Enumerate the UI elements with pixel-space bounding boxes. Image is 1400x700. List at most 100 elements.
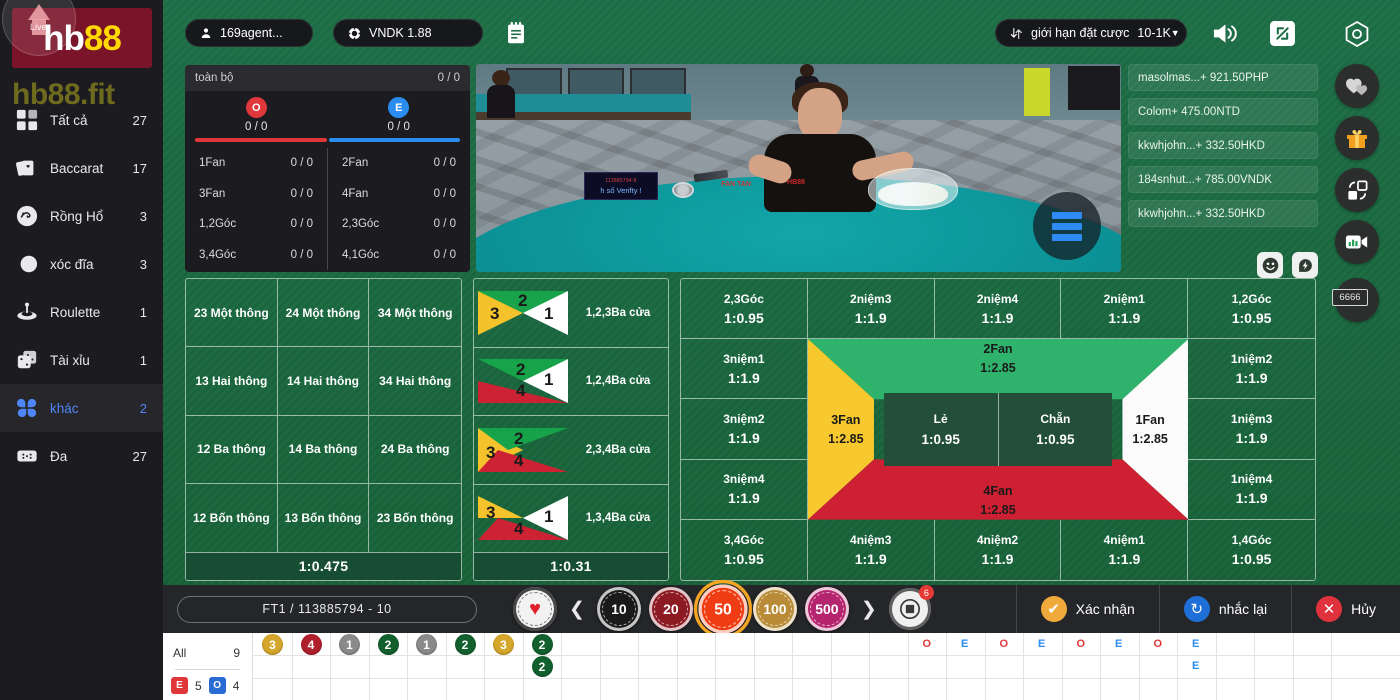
table-id-badge: 6666 xyxy=(1332,289,1368,306)
bet-cell[interactable]: 1,4Góc 1:0.95 xyxy=(1188,520,1315,580)
video-dark-panel xyxy=(1068,66,1120,110)
chip-50[interactable]: 50 xyxy=(693,579,753,639)
sidebar-item-xóc-đĩa[interactable]: xóc đĩa 3 xyxy=(0,240,163,288)
winner-feed-item: kkwhjohn...+ 332.50HKD xyxy=(1128,200,1318,227)
gift-icon[interactable] xyxy=(1335,116,1379,160)
verify-board: 113885794-9 h số Verifty ! xyxy=(584,172,658,200)
fullscreen-icon[interactable] xyxy=(1267,18,1297,48)
bet-cell[interactable]: 2,3Góc 1:0.95 xyxy=(681,279,808,340)
cards-icon xyxy=(14,155,40,181)
bet-bacua-row[interactable]: 3 2 4 2,3,4Ba cửa xyxy=(474,416,668,485)
bet-cell[interactable]: 2niệm1 1:1.9 xyxy=(1061,279,1189,340)
bet-cell[interactable]: 3,4Góc 1:0.95 xyxy=(681,519,808,580)
bet-thong-cell[interactable]: 34 Hai thông xyxy=(369,347,461,416)
stats-title: toàn bộ xyxy=(195,72,234,84)
bet-le[interactable]: Lẻ 1:0.95 xyxy=(883,393,999,466)
heart-chip-icon[interactable]: ♥ xyxy=(513,587,557,631)
bet-thong-cell[interactable]: 23 Bốn thông xyxy=(369,484,461,552)
bet-thong-cell[interactable]: 13 Bốn thông xyxy=(278,483,370,552)
sidebar-item-roulette[interactable]: Roulette 1 xyxy=(0,288,163,336)
odd-badge: O xyxy=(245,97,267,118)
chip-100[interactable]: 100 xyxy=(752,587,797,631)
chip-10[interactable]: 10 xyxy=(596,587,641,631)
bet-4fan[interactable]: 4Fan 1:2.85 xyxy=(884,481,1112,520)
bet-cell[interactable]: 2niệm4 1:1.9 xyxy=(934,279,1062,340)
chip-500[interactable]: 500 xyxy=(804,587,849,631)
brand-logo[interactable]: hb88 Live xyxy=(0,0,163,78)
repeat-button[interactable]: ↻ nhắc lại xyxy=(1158,585,1291,633)
hearts-icon[interactable] xyxy=(1335,64,1379,108)
bet-cell[interactable]: 4niệm1 1:1.9 xyxy=(1061,519,1189,580)
bet-cell[interactable]: 3niệm4 1:1.9 xyxy=(681,459,808,520)
currency-pill[interactable]: VNDK 1.88 xyxy=(333,19,483,47)
more-chips-icon[interactable]: 6 xyxy=(888,585,934,630)
user-pill[interactable]: 169agent... xyxy=(185,19,313,47)
user-icon xyxy=(200,27,212,39)
sidebar-nav: Tất cả 27 Baccarat 17 Rồng Hổ 3 xóc đĩa 3 Roulet… xyxy=(0,96,163,480)
bet-2fan[interactable]: 2Fan 1:2.85 xyxy=(884,339,1112,378)
bet-thong-cell[interactable]: 23 Một thông xyxy=(186,279,278,348)
bet-cell[interactable]: 1niệm2 1:1.9 xyxy=(1188,339,1315,400)
chip-20[interactable]: 20 xyxy=(648,587,693,631)
bet-cell[interactable]: 4niệm3 1:1.9 xyxy=(808,519,935,580)
winner-feed-item: masolmas...+ 921.50PHP xyxy=(1128,64,1318,91)
bet-1fan[interactable]: 1Fan 1:2.85 xyxy=(1112,393,1188,465)
sidebar-item-count: 27 xyxy=(132,112,147,128)
winner-feed-list: masolmas...+ 921.50PHP Colom+ 475.00NTD kk… xyxy=(1128,64,1318,227)
bet-cell[interactable]: 2niệm3 1:1.9 xyxy=(807,279,935,340)
roulette-icon xyxy=(14,299,40,325)
sidebar-item-khác[interactable]: khác 2 xyxy=(0,384,163,432)
bet-thong-cell[interactable]: 24 Ba thông xyxy=(369,416,461,484)
bet-cell[interactable]: 3niệm2 1:1.9 xyxy=(681,399,808,460)
bolt-icon[interactable] xyxy=(1292,252,1318,278)
settings-hex-icon[interactable] xyxy=(1335,12,1379,56)
bacua-column: 3 2 1 1,2,3Ba cửa 2 4 1 1,2,4Ba cửa 3 2 4 2,3,4Ba c… xyxy=(473,278,669,581)
video-stats-icon[interactable] xyxy=(1335,220,1379,264)
live-video-feed[interactable]: FAN TAN HB88 113885794-9 h số Verifty ! xyxy=(476,64,1121,272)
bet-thong-cell[interactable]: 24 Một thông xyxy=(277,279,370,348)
sidebar-item-tài-xỉu[interactable]: Tài xỉu 1 xyxy=(0,336,163,384)
bet-thong-cell[interactable]: 14 Ba thông xyxy=(277,415,370,484)
bet-chan[interactable]: Chẵn 1:0.95 xyxy=(998,393,1113,466)
bet-thong-cell[interactable]: 12 Ba thông xyxy=(186,415,278,484)
bet-3fan[interactable]: 3Fan 1:2.85 xyxy=(808,393,884,465)
chevron-right-icon[interactable]: ❯ xyxy=(857,598,881,621)
bet-3fan-odds: 1:2.85 xyxy=(828,431,864,446)
sidebar-item-baccarat[interactable]: Baccarat 17 xyxy=(0,144,163,192)
bet-thong-cell[interactable]: 12 Bốn thông xyxy=(186,483,278,552)
sidebar-item-label: khác xyxy=(50,400,79,416)
odd-bar xyxy=(195,138,327,142)
bet-chan-odds: 1:0.95 xyxy=(1036,431,1075,447)
stack-menu-icon[interactable] xyxy=(1033,192,1101,260)
roadmap-gridline xyxy=(1023,633,1024,700)
confirm-button[interactable]: ✔ Xác nhận xyxy=(1015,585,1159,633)
cancel-button[interactable]: ✕ Hủy xyxy=(1291,585,1400,633)
roadmap-bead-grid[interactable]: 341212322OEOEOEOEE xyxy=(253,633,1400,700)
notes-icon[interactable] xyxy=(503,20,529,46)
roadmap-oe-mark: E xyxy=(961,638,969,650)
bet-cell[interactable]: 1,2Góc 1:0.95 xyxy=(1188,279,1315,340)
share-icon[interactable] xyxy=(1335,168,1379,212)
bet-thong-cell[interactable]: 14 Hai thông xyxy=(277,347,370,416)
bet-bacua-row[interactable]: 2 4 1 1,2,4Ba cửa xyxy=(474,348,668,416)
bet-cell-label: 1niệm3 xyxy=(1230,411,1273,426)
bet-cell[interactable]: 1niệm3 1:1.9 xyxy=(1188,399,1315,460)
round-info[interactable]: FT1 / 113885794 - 10 xyxy=(177,595,477,623)
bet-bacua-row[interactable]: 3 4 1 1,3,4Ba cửa xyxy=(474,485,668,553)
bet-thong-cell[interactable]: 13 Hai thông xyxy=(186,347,278,416)
sidebar-item-đa[interactable]: Đa 27 xyxy=(0,432,163,480)
sidebar-item-rồng-hổ[interactable]: Rồng Hổ 3 xyxy=(0,192,163,240)
bet-thong-cell[interactable]: 34 Một thông xyxy=(369,279,461,348)
smiley-icon[interactable] xyxy=(1257,252,1283,278)
bet-bacua-row[interactable]: 3 2 1 1,2,3Ba cửa xyxy=(474,279,668,348)
speaker-icon[interactable] xyxy=(1209,18,1239,48)
stats-row: 2Fan 0 / 0 xyxy=(328,148,470,179)
bet-limit-pill[interactable]: giới hạn đặt cược 10-1K ▼ xyxy=(995,19,1187,47)
bet-cell-odds: 1:1.9 xyxy=(727,429,760,446)
repeat-label: nhắc lại xyxy=(1218,601,1268,617)
bet-cell[interactable]: 4niệm2 1:1.9 xyxy=(935,519,1062,580)
bet-cell[interactable]: 1niệm4 1:1.9 xyxy=(1188,460,1315,520)
chip-value: 100 xyxy=(763,601,787,617)
bet-cell[interactable]: 3niệm1 1:1.9 xyxy=(681,339,808,400)
chevron-left-icon[interactable]: ❮ xyxy=(565,598,589,621)
